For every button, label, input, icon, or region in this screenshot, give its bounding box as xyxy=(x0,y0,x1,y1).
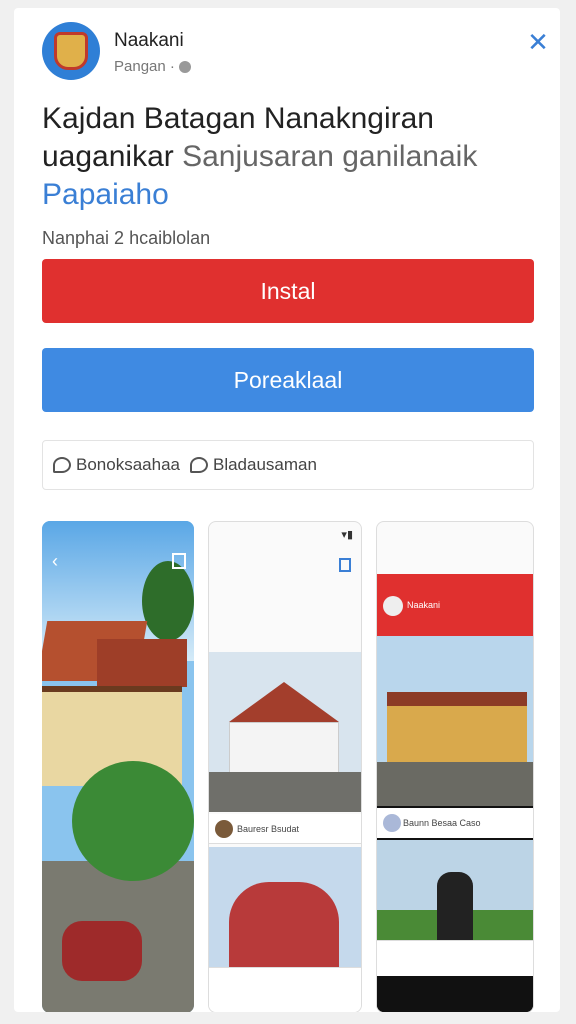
ground xyxy=(377,762,533,806)
page-title: Kajdan Batagan Nanakngiran uaganikar San… xyxy=(42,100,542,214)
screenshot-1[interactable]: ‹ xyxy=(42,521,194,1012)
chat-bubble-icon xyxy=(53,457,71,473)
people xyxy=(229,882,339,967)
avatar xyxy=(383,814,401,832)
avatar xyxy=(215,820,233,838)
palm-tree xyxy=(142,561,194,641)
globe-icon xyxy=(178,60,191,73)
post-row: Bauresr Bsudat xyxy=(209,814,361,844)
tag-1[interactable]: Bonoksaahaa xyxy=(53,455,180,475)
ground xyxy=(209,772,361,812)
title-line-2a: uaganikar xyxy=(42,140,174,173)
emblem-icon xyxy=(54,32,88,70)
back-icon: ‹ xyxy=(52,551,58,571)
person xyxy=(437,872,473,940)
tag-2[interactable]: Bladausaman xyxy=(189,455,317,475)
app-logo xyxy=(42,22,100,80)
screenshot-gallery: ‹ ▾▮ Bauresr Bsudat Naakani Baunn Besaa … xyxy=(42,521,534,1012)
app-subtitle: Pangan · xyxy=(114,58,191,75)
roof xyxy=(97,639,187,687)
avatar xyxy=(383,596,403,616)
app-install-card: Naakani Pangan · ✕ Kajdan Batagan Nanakn… xyxy=(14,8,560,1012)
house xyxy=(387,692,527,762)
house xyxy=(229,722,339,777)
share-icon xyxy=(172,553,186,569)
app-header: Naakani Pangan · ✕ xyxy=(42,18,549,82)
screenshot-3[interactable]: Naakani Baunn Besaa Caso xyxy=(376,521,534,1012)
app-name: Naakani xyxy=(114,30,184,51)
app-subtitle-text: Pangan · xyxy=(114,58,175,75)
system-nav-bar xyxy=(377,976,533,1012)
share-icon xyxy=(339,558,351,572)
plant xyxy=(72,761,194,881)
app-bar: Naakani xyxy=(377,574,533,636)
title-line-2: uaganikar Sanjusaran ganilanaik xyxy=(42,138,542,176)
bottom-nav xyxy=(209,967,361,1012)
tags-bar: Bonoksaahaa Bladausaman xyxy=(42,440,534,490)
tag-2-label: Bladausaman xyxy=(212,455,317,474)
title-line-2b: Sanjusaran ganilanaik xyxy=(182,140,478,173)
title-line-3[interactable]: Papaiaho xyxy=(42,176,542,214)
meta-info: Nanphai 2 hcaiblolan xyxy=(42,228,211,248)
install-button[interactable]: Instal xyxy=(42,259,534,323)
screenshot-2[interactable]: ▾▮ Bauresr Bsudat xyxy=(208,521,362,1012)
secondary-button[interactable]: Poreaklaal xyxy=(42,348,534,412)
motorbike xyxy=(62,921,142,981)
close-icon[interactable]: ✕ xyxy=(524,28,552,56)
post-author: Bauresr Bsudat xyxy=(237,823,300,834)
title-line-1: Kajdan Batagan Nanakngiran xyxy=(42,102,434,135)
bottom-nav xyxy=(377,940,533,976)
status-icons: ▾▮ xyxy=(341,529,353,541)
tag-1-label: Bonoksaahaa xyxy=(76,455,180,474)
post-author: Baunn Besaa Caso xyxy=(403,818,481,828)
app-bar-title: Naakani xyxy=(407,600,441,610)
chat-bubble-icon xyxy=(189,457,208,473)
post-row: Baunn Besaa Caso xyxy=(377,808,533,838)
